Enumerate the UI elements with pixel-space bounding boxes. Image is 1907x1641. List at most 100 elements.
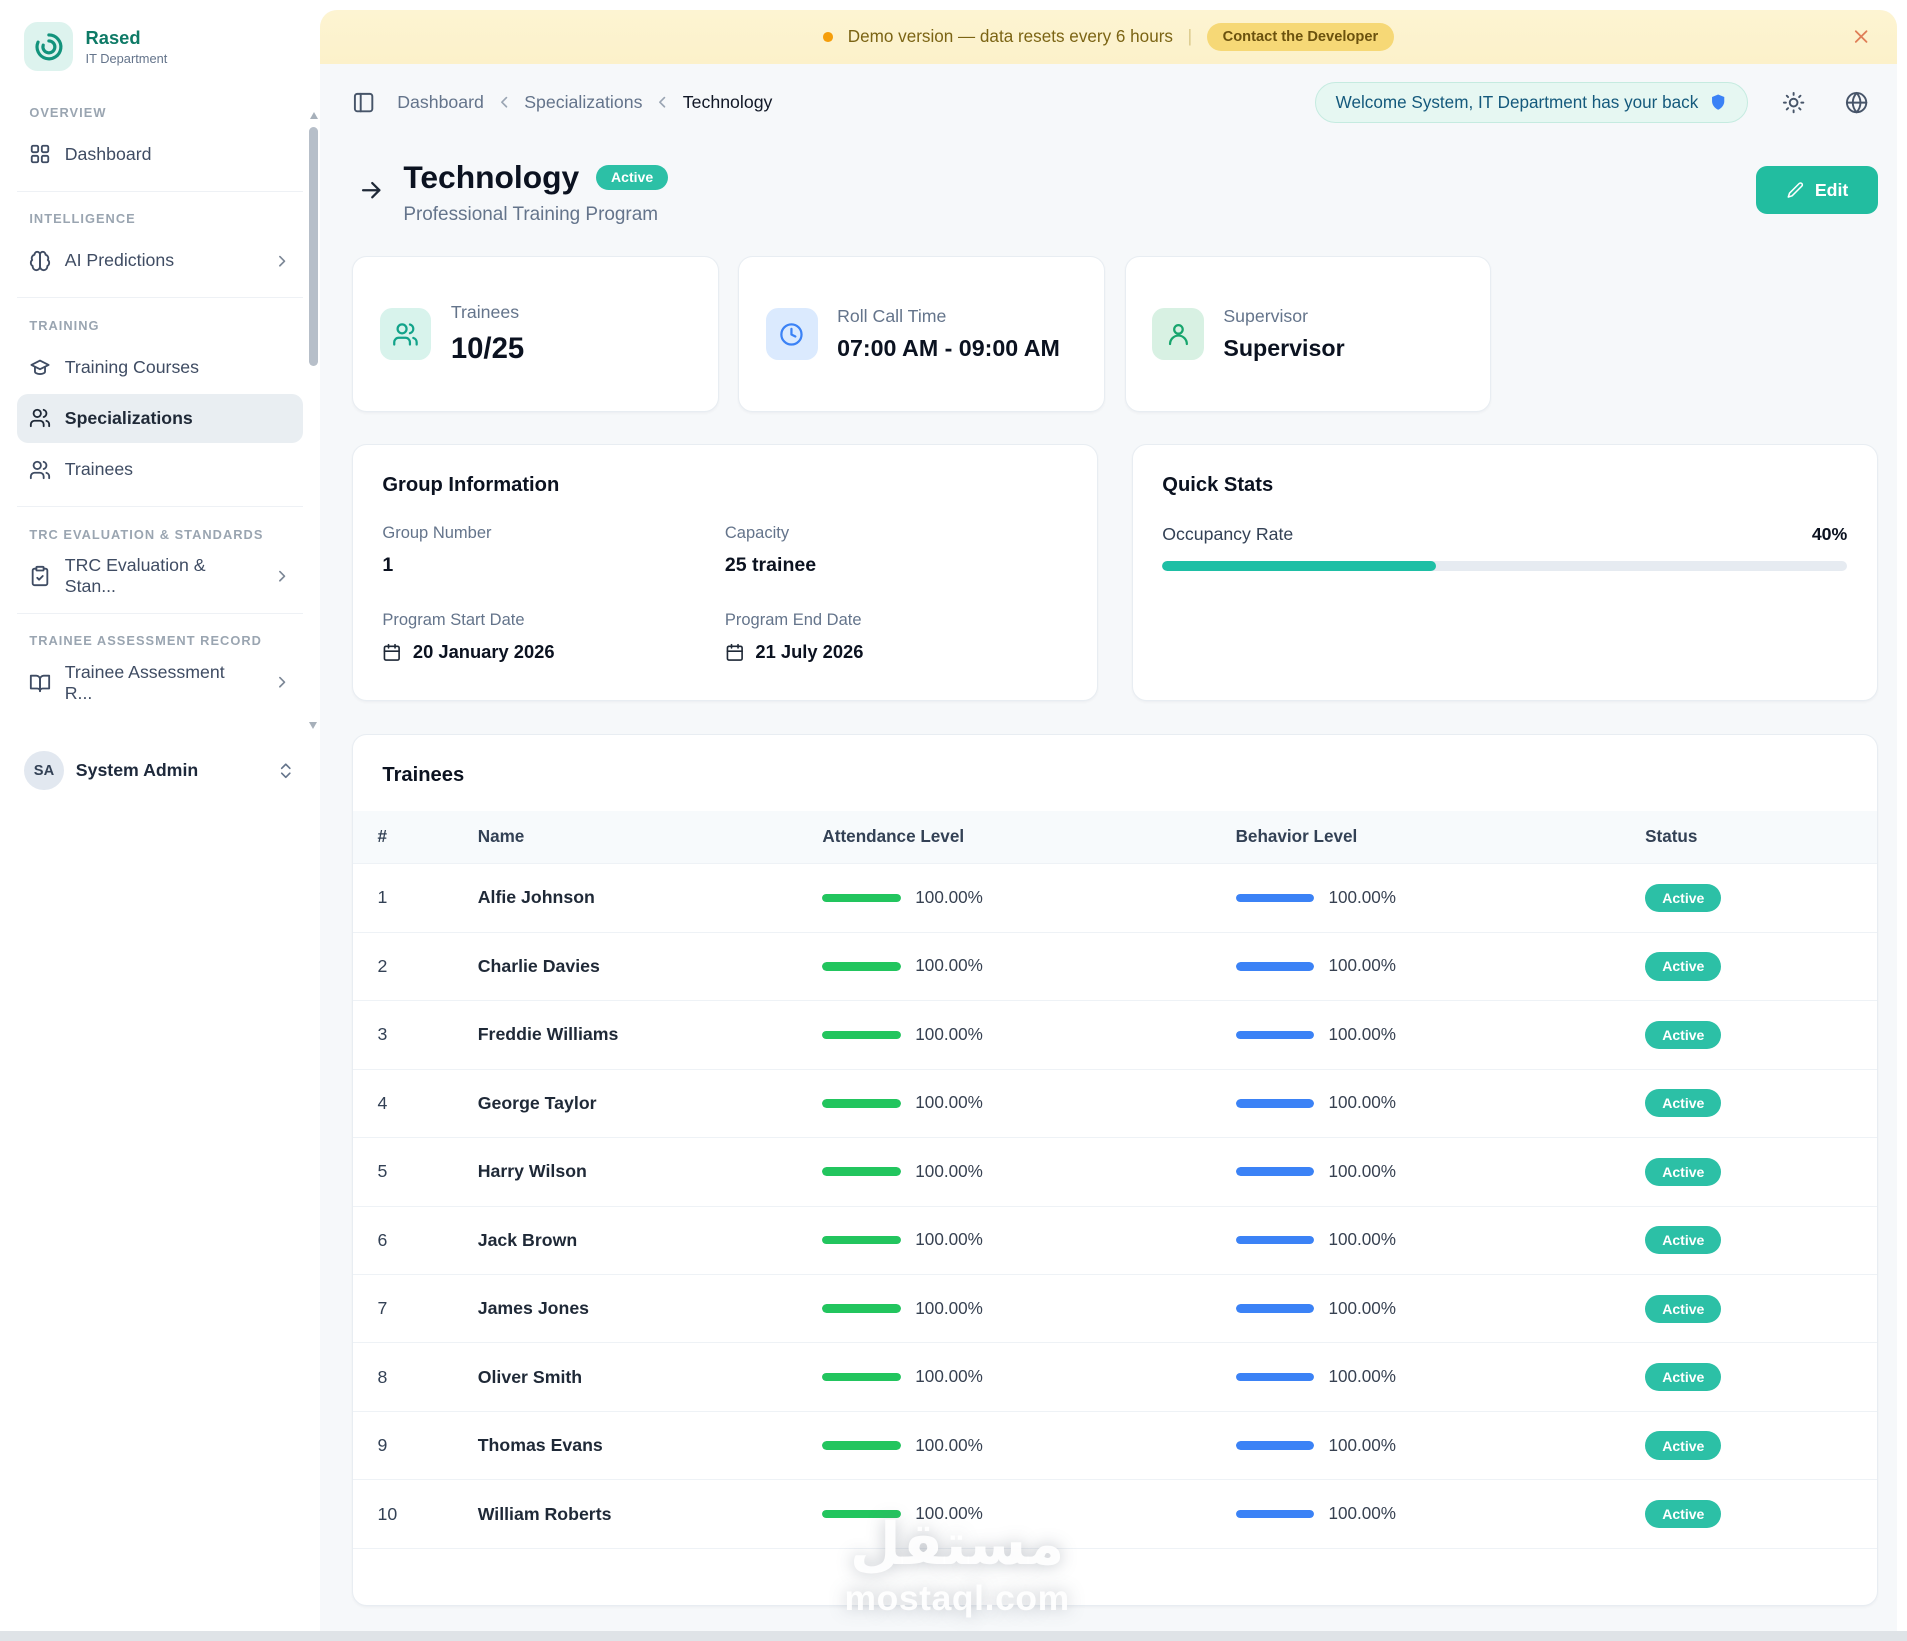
behavior-value: 100.00% [1328,1504,1396,1524]
stat-label: Trainees [450,302,520,323]
scrollbar-thumb[interactable] [309,126,318,367]
card-title: Quick Stats [1162,474,1274,497]
close-icon [1854,30,1868,43]
book-open-icon [30,674,51,692]
behavior-bar [1235,1167,1314,1177]
behavior-bar-fill [1235,1509,1314,1519]
panel-left-icon [353,92,374,113]
breadcrumb-dashboard[interactable]: Dashboard [397,92,484,113]
field-start-date: Program Start Date 20 January 2026 [382,611,555,663]
attendance-bar [822,1441,901,1450]
user-name: System Admin [75,760,199,781]
behavior-bar-fill [1235,1372,1314,1382]
trainee-name: George Taylor [477,1069,823,1139]
theme-toggle-button[interactable] [1777,86,1810,119]
page-header: Technology Active Professional Training … [352,159,1878,227]
breadcrumb-specializations[interactable]: Specializations [524,92,642,113]
group-information-card: Group Information Group Number 1 Capacit… [352,443,1098,701]
sidebar-toggle-button[interactable] [347,86,380,119]
sidebar-item-label: Dashboard [64,143,152,164]
attendance-value: 100.00% [915,1024,983,1044]
section-label-intelligence: INTELLIGENCE [29,211,136,227]
table-row: 3 Freddie Williams 100.00% 100.00% Activ… [353,1000,1877,1070]
info-row: Group Information Group Number 1 Capacit… [352,443,1878,701]
contact-developer-button[interactable]: Contact the Developer [1206,22,1395,51]
row-num: 10 [353,1479,478,1549]
sidebar-item-training-courses[interactable]: Training Courses [17,343,303,392]
attendance-bar [822,1235,901,1245]
sidebar-item-specializations[interactable]: Specializations [17,393,304,443]
section-label-training: TRAINING [29,317,100,333]
attendance-bar [822,1304,901,1313]
stat-card-supervisor: Supervisor Supervisor [1124,255,1492,413]
table-row: 5 Harry Wilson 100.00% 100.00% Active [353,1137,1877,1207]
sidebar-item-ai-predictions[interactable]: AI Predictions [17,236,303,285]
attendance-value: 100.00% [915,887,983,907]
user-menu[interactable]: SA System Admin [17,744,303,798]
row-num: 2 [353,932,478,1002]
chevron-left-icon [659,97,666,109]
topbar: Dashboard Specializations Technology Wel… [320,71,1897,135]
trainees-users-icon [379,308,432,360]
scroll-up-arrow-icon[interactable] [309,112,318,120]
page-content: Technology Active Professional Training … [320,159,1897,1606]
back-button[interactable] [354,174,388,208]
attendance-bar-fill [822,1304,901,1313]
attendance-value: 100.00% [915,1093,983,1113]
banner-close-button[interactable] [1850,25,1873,48]
pencil-icon [1787,182,1803,198]
trainee-name: Alfie Johnson [477,863,823,933]
column-header-attendance: Attendance Level [822,811,1236,865]
behavior-bar-fill [1235,1099,1314,1108]
sidebar-item-label: TRC Evaluation & Stan... [64,555,206,597]
stat-label: Roll Call Time [837,305,947,326]
sidebar-item-trc-evaluation[interactable]: TRC Evaluation & Stan... [17,552,303,601]
status-badge: Active [1645,1499,1722,1529]
trainees-table-title: Trainees [382,764,465,787]
trainees-card: Trainees # Name Attendance Level Behavio… [352,733,1878,1606]
sidebar-item-dashboard[interactable]: Dashboard [17,130,303,179]
stat-value: 07:00 AM - 09:00 AM [837,335,1060,362]
attendance-bar-fill [822,1030,901,1040]
status-badge: Active [1645,883,1722,913]
trainee-name: Jack Brown [477,1206,823,1275]
attendance-value: 100.00% [915,1435,983,1455]
trainee-name: James Jones [477,1274,823,1344]
sidebar-item-trainee-assessment[interactable]: Trainee Assessment R... [17,658,303,707]
row-num: 7 [353,1274,478,1344]
status-badge: Active [1645,1157,1722,1186]
behavior-bar-fill [1235,1304,1314,1313]
users-icon [30,409,51,428]
trainee-name: Freddie Williams [477,1000,823,1070]
attendance-bar-fill [822,962,901,971]
table-row: 4 George Taylor 100.00% 100.00% Active [353,1069,1877,1139]
stat-card-roll-call: Roll Call Time 07:00 AM - 09:00 AM [738,255,1106,413]
welcome-text: Welcome System, IT Department has your b… [1335,92,1699,112]
calendar-icon [384,643,401,661]
sidebar-scrollbar[interactable] [307,112,320,729]
behavior-bar [1235,893,1314,903]
sidebar-item-label: Trainee Assessment R... [64,661,225,703]
app-department: IT Department [85,51,168,67]
sidebar-item-trainees[interactable]: Trainees [17,445,303,494]
scroll-down-arrow-icon[interactable] [309,721,318,729]
attendance-bar-fill [822,1372,901,1382]
behavior-value: 100.00% [1328,887,1396,907]
attendance-value: 100.00% [915,1161,983,1181]
attendance-bar-fill [822,1235,901,1245]
clock-icon [766,308,818,360]
language-button[interactable] [1840,86,1873,119]
table-row: 7 James Jones 100.00% 100.00% Active [353,1274,1877,1344]
sidebar-item-label: Specializations [64,407,193,428]
behavior-bar-fill [1235,1030,1314,1040]
behavior-value: 100.00% [1328,1093,1396,1113]
behavior-bar-fill [1235,1441,1314,1450]
row-num: 9 [353,1411,478,1481]
row-num: 8 [353,1342,478,1412]
row-num: 5 [353,1137,478,1207]
behavior-bar [1235,1235,1314,1245]
status-badge: Active [1645,1089,1722,1118]
sidebar-item-label: Training Courses [64,356,200,377]
edit-button[interactable]: Edit [1756,166,1878,215]
table-row: 10 William Roberts 100.00% 100.00% Activ… [353,1479,1877,1549]
